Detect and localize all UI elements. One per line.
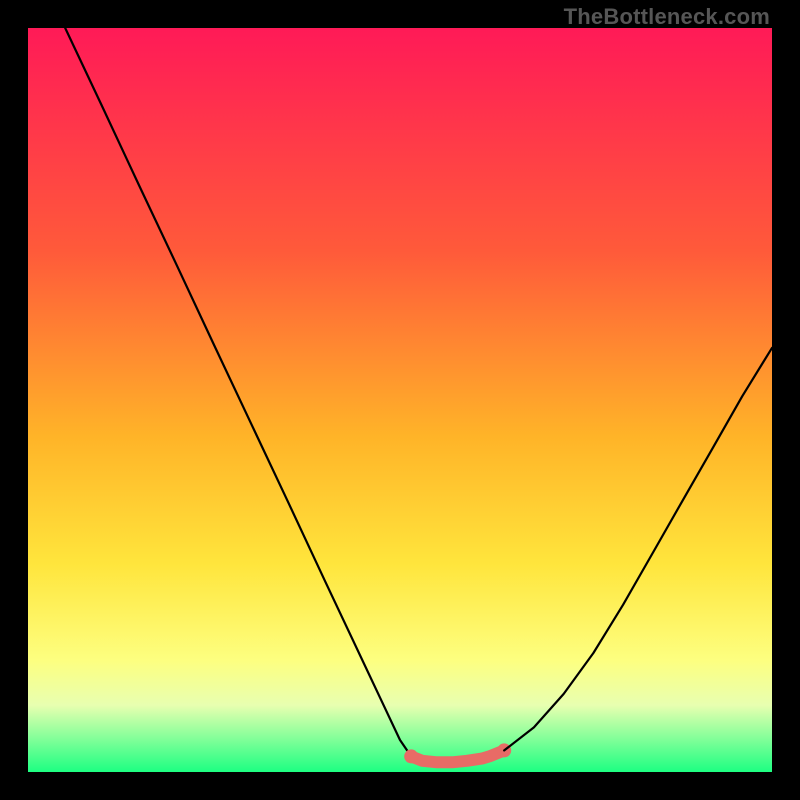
chart-frame — [28, 28, 772, 772]
bottleneck-chart — [28, 28, 772, 772]
watermark-text: TheBottleneck.com — [564, 4, 770, 30]
chart-background — [28, 28, 772, 772]
valley-endpoint — [404, 749, 418, 763]
